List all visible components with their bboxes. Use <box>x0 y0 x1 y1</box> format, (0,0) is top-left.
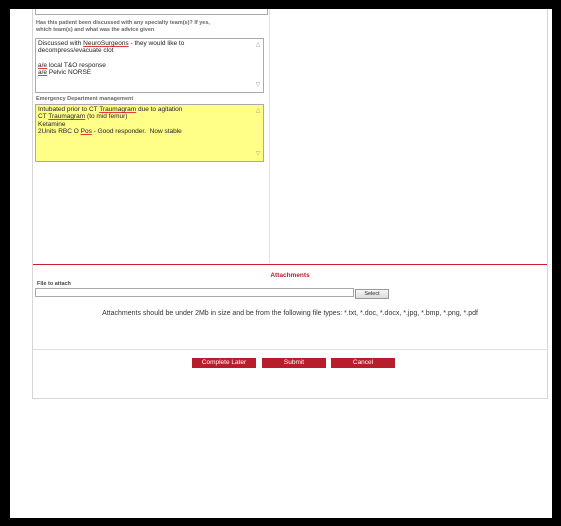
ed-management-label: Emergency Department management <box>36 96 134 102</box>
complete-later-button[interactable]: Complete Later <box>192 358 256 368</box>
cancel-button[interactable]: Cancel <box>331 358 395 368</box>
textarea-line: Discussed with NeuroSurgeons - they woul… <box>38 40 261 47</box>
textarea-line: decompress/evacuate clot <box>38 47 261 54</box>
text-segment: (to mid femur) <box>85 113 128 121</box>
spellcheck-word: a/e <box>38 61 48 69</box>
text-segment: - they would like to <box>128 40 185 47</box>
actions-divider <box>33 349 547 350</box>
clinical-form: Has this patient been discussed with any… <box>32 9 548 399</box>
text-segment: Ketamine <box>38 120 66 128</box>
scroll-down-icon[interactable]: ▽ <box>254 82 262 89</box>
textarea-line: Ketamine <box>38 121 261 128</box>
text-segment: decompress/evacuate clot <box>38 47 114 55</box>
column-divider <box>269 9 270 263</box>
attachments-heading: Attachments <box>270 272 310 279</box>
specialty-advice-textarea[interactable]: Discussed with NeuroSurgeons - they woul… <box>35 38 264 93</box>
specialty-question-label: Has this patient been discussed with any… <box>36 20 266 34</box>
textarea-scrollbar[interactable]: △ ▽ <box>254 40 262 91</box>
submit-button[interactable]: Submit <box>262 358 326 368</box>
attachments-divider <box>33 264 547 265</box>
specialty-question-line-2: which team(s) and what was the advice gi… <box>36 27 155 33</box>
text-segment: due to agitation <box>136 106 183 113</box>
textarea-line <box>38 55 261 62</box>
textarea-line: a/e local T&O response <box>38 62 261 69</box>
text-segment: CT <box>38 113 49 121</box>
textarea-line: Intubated prior to CT Traumagram due to … <box>38 106 261 113</box>
file-path-input[interactable] <box>35 288 354 297</box>
spellcheck-word: Pos <box>80 127 92 135</box>
specialty-question-line-1: Has this patient been discussed with any… <box>36 20 210 26</box>
scroll-up-icon[interactable]: △ <box>254 108 262 115</box>
textarea-line: a/e Pelvic NORSE <box>38 69 261 76</box>
textarea-line: CT Traumagram (to mid femur) <box>38 113 261 120</box>
text-segment: Discussed with <box>38 40 84 47</box>
previous-textarea-bottom[interactable] <box>35 9 268 15</box>
select-file-button[interactable]: Select <box>355 289 389 299</box>
spellcheck-word: NeuroSurgeons <box>83 40 129 47</box>
attachment-hint: Attachments should be under 2Mb in size … <box>102 310 478 317</box>
file-to-attach-label: File to attach <box>37 281 71 287</box>
text-segment: Intubated prior to CT <box>38 106 100 113</box>
scroll-up-icon[interactable]: △ <box>254 42 262 49</box>
spellcheck-word: Traumagram <box>99 106 137 113</box>
text-segment: Pelvic NORSE <box>47 69 92 77</box>
scroll-down-icon[interactable]: ▽ <box>254 151 262 158</box>
screen: Has this patient been discussed with any… <box>10 9 552 518</box>
textarea-scrollbar[interactable]: △ ▽ <box>254 106 262 160</box>
text-segment: local T&O response <box>47 61 106 69</box>
textarea-line: 2Units RBC O Pos - Good responder. Now s… <box>38 128 261 135</box>
ed-management-textarea[interactable]: Intubated prior to CT Traumagram due to … <box>35 104 264 162</box>
spellcheck-word: Traumagram <box>48 113 86 121</box>
text-segment: - Good responder. Now stable <box>91 127 182 135</box>
text-segment: 2Units RBC O <box>38 127 81 135</box>
spellcheck-word: a/e <box>38 69 48 77</box>
